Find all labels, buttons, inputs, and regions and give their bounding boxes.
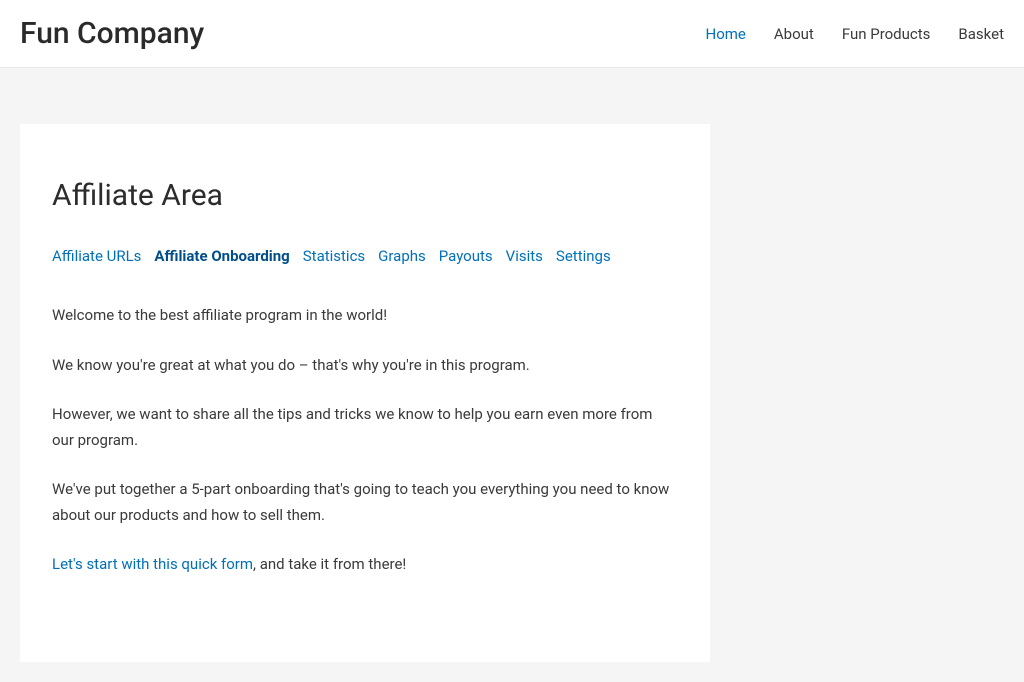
- nav-about[interactable]: About: [774, 25, 814, 43]
- tab-statistics[interactable]: Statistics: [303, 247, 365, 265]
- tab-affiliate-urls[interactable]: Affiliate URLs: [52, 247, 141, 265]
- affiliate-tabs: Affiliate URLs Affiliate Onboarding Stat…: [52, 247, 678, 265]
- nav-fun-products[interactable]: Fun Products: [842, 25, 931, 43]
- content-body: Welcome to the best affiliate program in…: [52, 303, 678, 578]
- tab-affiliate-onboarding[interactable]: Affiliate Onboarding: [154, 247, 289, 265]
- nav-home[interactable]: Home: [706, 25, 746, 43]
- nav-basket[interactable]: Basket: [958, 25, 1004, 43]
- main-container: Affiliate Area Affiliate URLs Affiliate …: [0, 68, 1024, 682]
- content-card: Affiliate Area Affiliate URLs Affiliate …: [20, 124, 710, 662]
- tab-graphs[interactable]: Graphs: [378, 247, 426, 265]
- paragraph-cta: Let's start with this quick form, and ta…: [52, 552, 678, 578]
- tab-payouts[interactable]: Payouts: [439, 247, 493, 265]
- paragraph-onboarding: We've put together a 5-part onboarding t…: [52, 477, 678, 528]
- site-title[interactable]: Fun Company: [20, 16, 204, 51]
- tab-visits[interactable]: Visits: [506, 247, 543, 265]
- paragraph-welcome: Welcome to the best affiliate program in…: [52, 303, 678, 329]
- site-header: Fun Company Home About Fun Products Bask…: [0, 0, 1024, 68]
- main-nav: Home About Fun Products Basket: [706, 25, 1005, 43]
- page-title: Affiliate Area: [52, 178, 678, 213]
- start-form-link[interactable]: Let's start with this quick form: [52, 555, 253, 573]
- cta-rest: , and take it from there!: [253, 555, 406, 573]
- paragraph-great: We know you're great at what you do – th…: [52, 353, 678, 379]
- tab-settings[interactable]: Settings: [556, 247, 611, 265]
- paragraph-tips: However, we want to share all the tips a…: [52, 402, 678, 453]
